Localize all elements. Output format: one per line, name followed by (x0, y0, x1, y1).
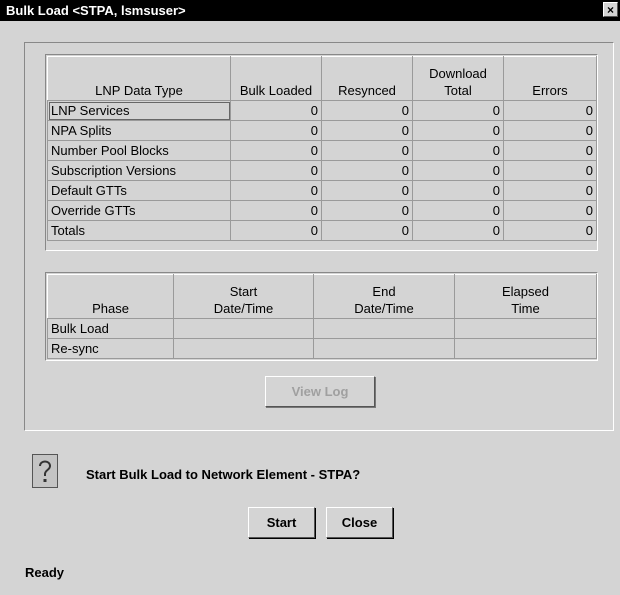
status-text: Ready (25, 565, 65, 580)
bulk-loaded-cell: 0 (230, 200, 322, 221)
download-total-cell: 0 (412, 140, 504, 161)
row-label: Override GTTs (47, 200, 231, 221)
bulk-loaded-cell: 0 (230, 140, 322, 161)
resynced-cell: 0 (321, 200, 413, 221)
phase-table: Phase Start Date/Time End Date/Time Elap… (47, 274, 597, 359)
close-button[interactable]: Close (326, 507, 393, 538)
end-time-cell (313, 338, 455, 359)
confirmation-prompt: Start Bulk Load to Network Element - STP… (86, 467, 361, 482)
question-icon (32, 454, 58, 488)
download-total-cell: 0 (412, 180, 504, 201)
row-label: NPA Splits (47, 120, 231, 141)
table-row[interactable]: Override GTTs 0 0 0 0 (47, 200, 597, 221)
resynced-cell: 0 (321, 140, 413, 161)
close-window-button[interactable]: × (603, 2, 618, 17)
errors-cell: 0 (503, 200, 597, 221)
col-header-download-total[interactable]: Download Total (412, 56, 504, 101)
phase-table-header-row: Phase Start Date/Time End Date/Time Elap… (47, 274, 597, 319)
table-row[interactable]: Subscription Versions 0 0 0 0 (47, 160, 597, 181)
row-label: LNP Services (47, 100, 231, 121)
table-row[interactable]: Re-sync (47, 338, 597, 359)
table-row[interactable]: NPA Splits 0 0 0 0 (47, 120, 597, 141)
row-label: Number Pool Blocks (47, 140, 231, 161)
table-row[interactable]: Number Pool Blocks 0 0 0 0 (47, 140, 597, 161)
start-time-cell (173, 338, 314, 359)
phase-label: Re-sync (47, 338, 174, 359)
bulk-loaded-cell: 0 (230, 160, 322, 181)
resynced-cell: 0 (321, 180, 413, 201)
table-row[interactable]: Default GTTs 0 0 0 0 (47, 180, 597, 201)
start-time-cell (173, 318, 314, 339)
errors-cell: 0 (503, 100, 597, 121)
download-total-cell: 0 (412, 100, 504, 121)
elapsed-time-cell (454, 318, 597, 339)
bulk-loaded-cell: 0 (230, 180, 322, 201)
end-time-cell (313, 318, 455, 339)
errors-cell: 0 (503, 160, 597, 181)
resynced-cell: 0 (321, 120, 413, 141)
resynced-cell: 0 (321, 100, 413, 121)
col-header-phase[interactable]: Phase (47, 274, 174, 319)
row-label: Totals (47, 220, 231, 241)
row-label: Default GTTs (47, 180, 231, 201)
table-row[interactable]: LNP Services 0 0 0 0 (47, 100, 597, 121)
download-total-cell: 0 (412, 200, 504, 221)
col-header-elapsed-time[interactable]: Elapsed Time (454, 274, 597, 319)
errors-cell: 0 (503, 120, 597, 141)
bulk-loaded-cell: 0 (230, 220, 322, 241)
view-log-button[interactable]: View Log (265, 376, 375, 407)
title-bar[interactable]: Bulk Load <STPA, lsmsuser> × (0, 0, 620, 21)
col-header-errors[interactable]: Errors (503, 56, 597, 101)
download-total-cell: 0 (412, 220, 504, 241)
download-total-cell: 0 (412, 120, 504, 141)
errors-cell: 0 (503, 140, 597, 161)
resynced-cell: 0 (321, 220, 413, 241)
download-total-cell: 0 (412, 160, 504, 181)
lnp-data-table: LNP Data Type Bulk Loaded Resynced Downl… (47, 56, 597, 241)
errors-cell: 0 (503, 180, 597, 201)
elapsed-time-cell (454, 338, 597, 359)
row-label: Subscription Versions (47, 160, 231, 181)
col-header-resynced[interactable]: Resynced (321, 56, 413, 101)
errors-cell: 0 (503, 220, 597, 241)
table-row[interactable]: Totals 0 0 0 0 (47, 220, 597, 241)
resynced-cell: 0 (321, 160, 413, 181)
col-header-lnp-data-type[interactable]: LNP Data Type (47, 56, 231, 101)
bulk-loaded-cell: 0 (230, 120, 322, 141)
bulk-loaded-cell: 0 (230, 100, 322, 121)
data-table-header-row: LNP Data Type Bulk Loaded Resynced Downl… (47, 56, 597, 101)
window-title: Bulk Load <STPA, lsmsuser> (6, 3, 186, 18)
col-header-start-date-time[interactable]: Start Date/Time (173, 274, 314, 319)
col-header-end-date-time[interactable]: End Date/Time (313, 274, 455, 319)
bulk-load-dialog: Bulk Load <STPA, lsmsuser> × LNP Data Ty… (0, 0, 620, 595)
phase-label: Bulk Load (47, 318, 174, 339)
col-header-bulk-loaded[interactable]: Bulk Loaded (230, 56, 322, 101)
start-button[interactable]: Start (248, 507, 315, 538)
table-row[interactable]: Bulk Load (47, 318, 597, 339)
